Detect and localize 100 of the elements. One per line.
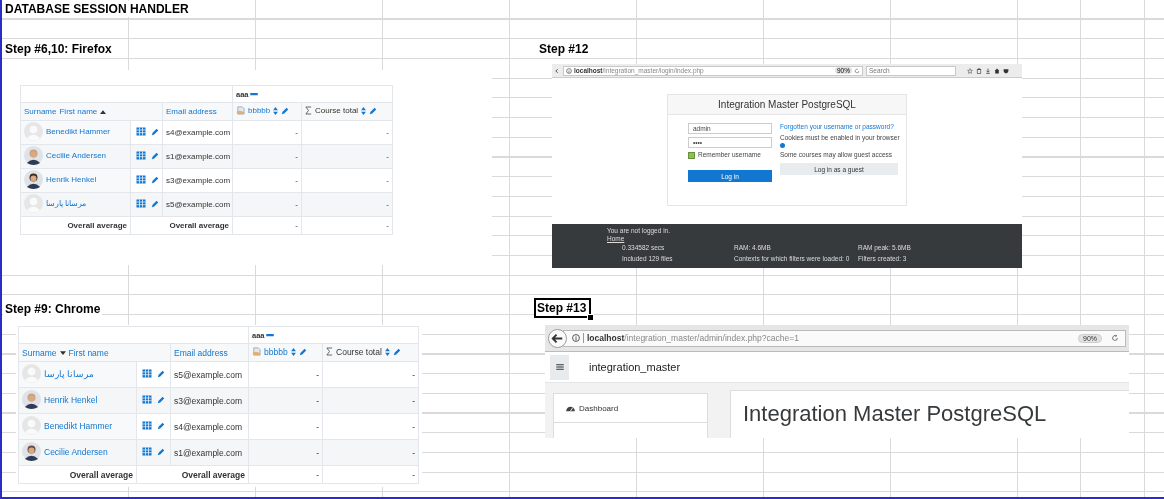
column-header[interactable]: Surname [22, 347, 57, 358]
average-label: Overall average [169, 221, 229, 230]
page-heading: Integration Master PostgreSQL [743, 401, 1048, 427]
average-label: Overall average [67, 221, 127, 230]
table-icon[interactable] [136, 127, 146, 136]
pencil-icon[interactable] [151, 127, 159, 136]
sort-descending-icon[interactable] [59, 350, 66, 355]
info-icon [566, 67, 572, 74]
home-icon[interactable] [994, 67, 1000, 74]
sort-ascending-icon[interactable] [100, 109, 107, 114]
pencil-icon[interactable] [157, 447, 165, 456]
table-icon[interactable] [142, 395, 152, 404]
pencil-icon[interactable] [281, 106, 290, 115]
pencil-icon[interactable] [151, 175, 159, 184]
sidebar-item[interactable]: Dashboard [554, 394, 707, 423]
document-icon [252, 347, 261, 357]
gauge-icon [566, 404, 575, 412]
document-icon [236, 106, 245, 115]
menu-button[interactable] [550, 354, 569, 380]
grade-cell: - [386, 128, 390, 137]
table-icon[interactable] [142, 447, 152, 456]
email-cell: s5@example.com [166, 200, 231, 209]
grade-cell: - [316, 447, 319, 458]
grade-cell: - [386, 221, 390, 230]
table-icon[interactable] [142, 421, 152, 430]
email-cell: s3@example.com [166, 176, 231, 185]
student-name[interactable]: مرسانا پارسا [44, 368, 95, 379]
grade-cell: - [412, 469, 416, 480]
average-label: Overall average [181, 469, 245, 480]
column-header[interactable]: First name [68, 347, 109, 358]
student-name[interactable]: Henrik Henkel [46, 175, 97, 184]
table-icon[interactable] [142, 369, 152, 378]
grade-cell: - [316, 395, 319, 406]
email-cell: s1@example.com [166, 152, 231, 161]
column-header: Course total [315, 106, 359, 115]
sheet-title: DATABASE SESSION HANDLER [3, 1, 191, 17]
cell-heading[interactable]: Step #6,10: Firefox [3, 41, 114, 57]
pencil-icon[interactable] [151, 199, 159, 208]
column-header[interactable]: Surname [24, 107, 57, 116]
clipboard-icon[interactable] [976, 67, 982, 74]
grade-cell: - [386, 152, 390, 161]
shield-icon[interactable] [1003, 67, 1009, 74]
table-icon[interactable] [136, 151, 146, 160]
grade-cell: - [412, 369, 416, 380]
grade-cell: - [386, 200, 390, 209]
student-name[interactable]: Henrik Henkel [44, 394, 98, 405]
grade-cell: - [386, 176, 390, 185]
email-cell: s5@example.com [174, 369, 243, 380]
pencil-icon[interactable] [369, 106, 378, 115]
sort-icon[interactable] [384, 347, 390, 356]
sort-icon[interactable] [273, 106, 279, 115]
grade-cell: - [295, 176, 298, 185]
email-cell: s4@example.com [166, 128, 231, 137]
pencil-icon[interactable] [157, 369, 165, 378]
collapse-icon[interactable] [249, 92, 258, 96]
student-name[interactable]: Cecilie Andersen [46, 151, 107, 160]
student-name[interactable]: مرسانا پارسا [46, 199, 87, 208]
pencil-icon[interactable] [157, 395, 165, 404]
table-icon[interactable] [136, 175, 146, 184]
average-label: Overall average [69, 469, 133, 480]
url-text: localhost/integration_master/admin/index.php?cache=1 [583, 333, 1075, 343]
reload-icon[interactable] [1111, 334, 1119, 342]
collapse-icon[interactable] [265, 334, 274, 337]
grade-cell: - [412, 447, 416, 458]
email-cell: s3@example.com [174, 395, 243, 406]
column-header: Course total [336, 346, 382, 357]
download-icon[interactable] [985, 67, 991, 74]
site-name[interactable]: integration_master [589, 361, 681, 373]
pencil-icon[interactable] [298, 347, 307, 356]
pencil-icon[interactable] [151, 151, 159, 160]
checkbox[interactable] [688, 151, 695, 159]
table-icon[interactable] [136, 199, 146, 208]
back-icon[interactable] [548, 328, 567, 348]
email-cell: s1@example.com [174, 447, 243, 458]
grade-cell: - [295, 152, 298, 161]
grade-cell: - [295, 221, 298, 230]
pencil-icon[interactable] [157, 421, 165, 430]
grade-cell: - [316, 369, 319, 380]
sort-icon[interactable] [290, 347, 296, 356]
site-title: Integration Master PostgreSQL [718, 99, 856, 110]
column-header[interactable]: First name [59, 107, 98, 116]
email-cell: s4@example.com [174, 421, 243, 432]
grade-cell: - [316, 421, 319, 432]
column-header[interactable]: bbbbb [248, 106, 271, 115]
cell-heading[interactable]: Step #9: Chrome [3, 301, 103, 317]
sigma-icon [305, 106, 312, 115]
menu-icon [555, 364, 564, 370]
grade-cell: - [412, 395, 416, 406]
grade-cell: - [316, 469, 319, 480]
reload-icon[interactable] [854, 67, 860, 74]
grade-cell: - [295, 200, 298, 209]
cell-heading[interactable]: Step #12 [537, 41, 591, 57]
pencil-icon[interactable] [392, 347, 401, 356]
info-icon [572, 334, 580, 342]
grade-cell: - [412, 421, 416, 432]
column-header[interactable]: bbbbb [264, 346, 288, 357]
grade-cell: - [295, 128, 298, 137]
sort-icon[interactable] [361, 106, 367, 115]
star-icon[interactable] [967, 67, 973, 74]
sigma-icon [326, 347, 333, 357]
